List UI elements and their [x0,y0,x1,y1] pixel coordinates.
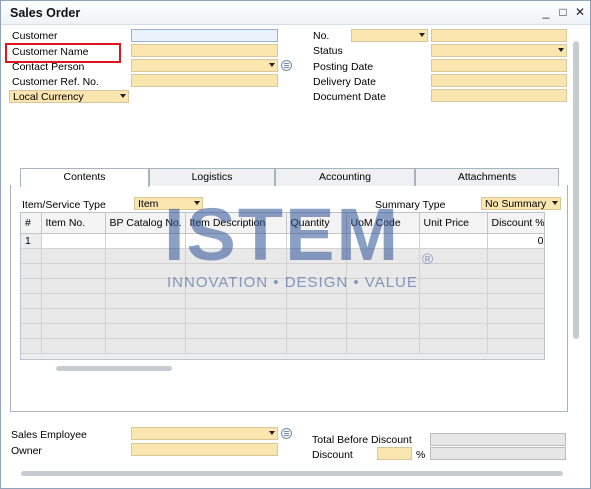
unit-price-cell[interactable] [419,233,488,249]
row-number-cell: 1 [21,233,42,249]
window-horizontal-scrollbar[interactable] [21,471,563,476]
document-date-field[interactable] [431,89,567,102]
currency-dropdown[interactable]: Local Currency [9,90,129,103]
customer-name-field[interactable] [131,44,278,57]
item-grid: # Item No. BP Catalog No. Item Descripti… [20,212,545,360]
discount-label: Discount [312,449,353,461]
window-vertical-scrollbar[interactable] [573,41,579,339]
customer-field[interactable] [131,29,278,42]
total-before-discount-field [430,433,566,446]
title-bar: Sales Order _ □ ✕ [1,1,590,25]
column-header-unit-price[interactable]: Unit Price [419,213,488,234]
item-description-cell[interactable] [185,233,287,249]
customer-label: Customer [12,30,58,42]
owner-field[interactable] [131,443,278,456]
document-date-label: Document Date [313,91,386,103]
chevron-down-icon [558,48,564,52]
minimize-button[interactable]: _ [539,5,553,19]
chevron-down-icon [419,33,425,37]
table-row [21,308,544,324]
document-number-field[interactable] [431,29,567,42]
column-header-quantity[interactable]: Quantity [286,213,347,234]
chevron-down-icon [194,201,200,205]
chevron-down-icon [269,431,275,435]
column-header-row-number[interactable]: # [21,213,42,234]
table-row [21,248,544,264]
no-label: No. [313,30,330,42]
customer-ref-field[interactable] [131,74,278,87]
column-header-bp-catalog-no[interactable]: BP Catalog No. [105,213,186,234]
column-header-discount[interactable]: Discount % [487,213,544,234]
delivery-date-field[interactable] [431,74,567,87]
tab-accounting[interactable]: Accounting [275,168,415,186]
summary-type-label: Summary Type [375,199,446,211]
chevron-down-icon [269,63,275,67]
discount-cell[interactable]: 0 [487,233,544,249]
column-header-uom-code[interactable]: UoM Code [346,213,420,234]
grid-horizontal-scrollbar[interactable] [56,366,172,371]
posting-date-label: Posting Date [313,61,374,73]
discount-amount-field [430,447,566,460]
summary-type-value: No Summary [485,198,547,210]
delivery-date-label: Delivery Date [313,76,377,88]
chevron-down-icon [120,94,126,98]
uom-code-cell[interactable] [346,233,420,249]
summary-type-dropdown[interactable]: No Summary [481,197,561,210]
owner-label: Owner [11,445,42,457]
discount-percent-field[interactable] [377,447,412,460]
bp-catalog-cell[interactable] [105,233,186,249]
status-label: Status [313,45,343,57]
item-service-type-label: Item/Service Type [22,199,106,211]
sales-employee-dropdown[interactable] [131,427,278,440]
sales-employee-label: Sales Employee [11,429,87,441]
item-no-cell[interactable] [41,233,106,249]
sales-order-window: Sales Order _ □ ✕ Customer Customer Name… [0,0,591,489]
contact-person-label: Contact Person [12,61,85,73]
table-row [21,338,544,354]
status-dropdown[interactable] [431,44,567,57]
tab-logistics[interactable]: Logistics [149,168,275,186]
link-arrow-icon[interactable] [281,60,292,71]
table-row [21,278,544,294]
item-service-type-value: Item [138,198,159,210]
contact-person-dropdown[interactable] [131,59,278,72]
tab-attachments[interactable]: Attachments [415,168,559,186]
series-dropdown[interactable] [351,29,428,42]
column-header-item-description[interactable]: Item Description [185,213,287,234]
table-row[interactable]: 1 0 [21,233,544,249]
table-row [21,323,544,339]
customer-ref-label: Customer Ref. No. [12,76,99,88]
customer-name-highlight [5,43,121,63]
window-title: Sales Order [10,6,81,20]
chevron-down-icon [552,201,558,205]
link-arrow-icon[interactable] [281,428,292,439]
table-row [21,263,544,279]
posting-date-field[interactable] [431,59,567,72]
item-service-type-dropdown[interactable]: Item [134,197,203,210]
percent-sign: % [416,449,426,461]
total-before-discount-label: Total Before Discount [312,434,412,446]
currency-value: Local Currency [13,91,84,103]
column-header-item-no[interactable]: Item No. [41,213,106,234]
maximize-button[interactable]: □ [556,5,570,19]
table-row [21,293,544,309]
quantity-cell[interactable] [286,233,347,249]
close-button[interactable]: ✕ [573,5,587,19]
